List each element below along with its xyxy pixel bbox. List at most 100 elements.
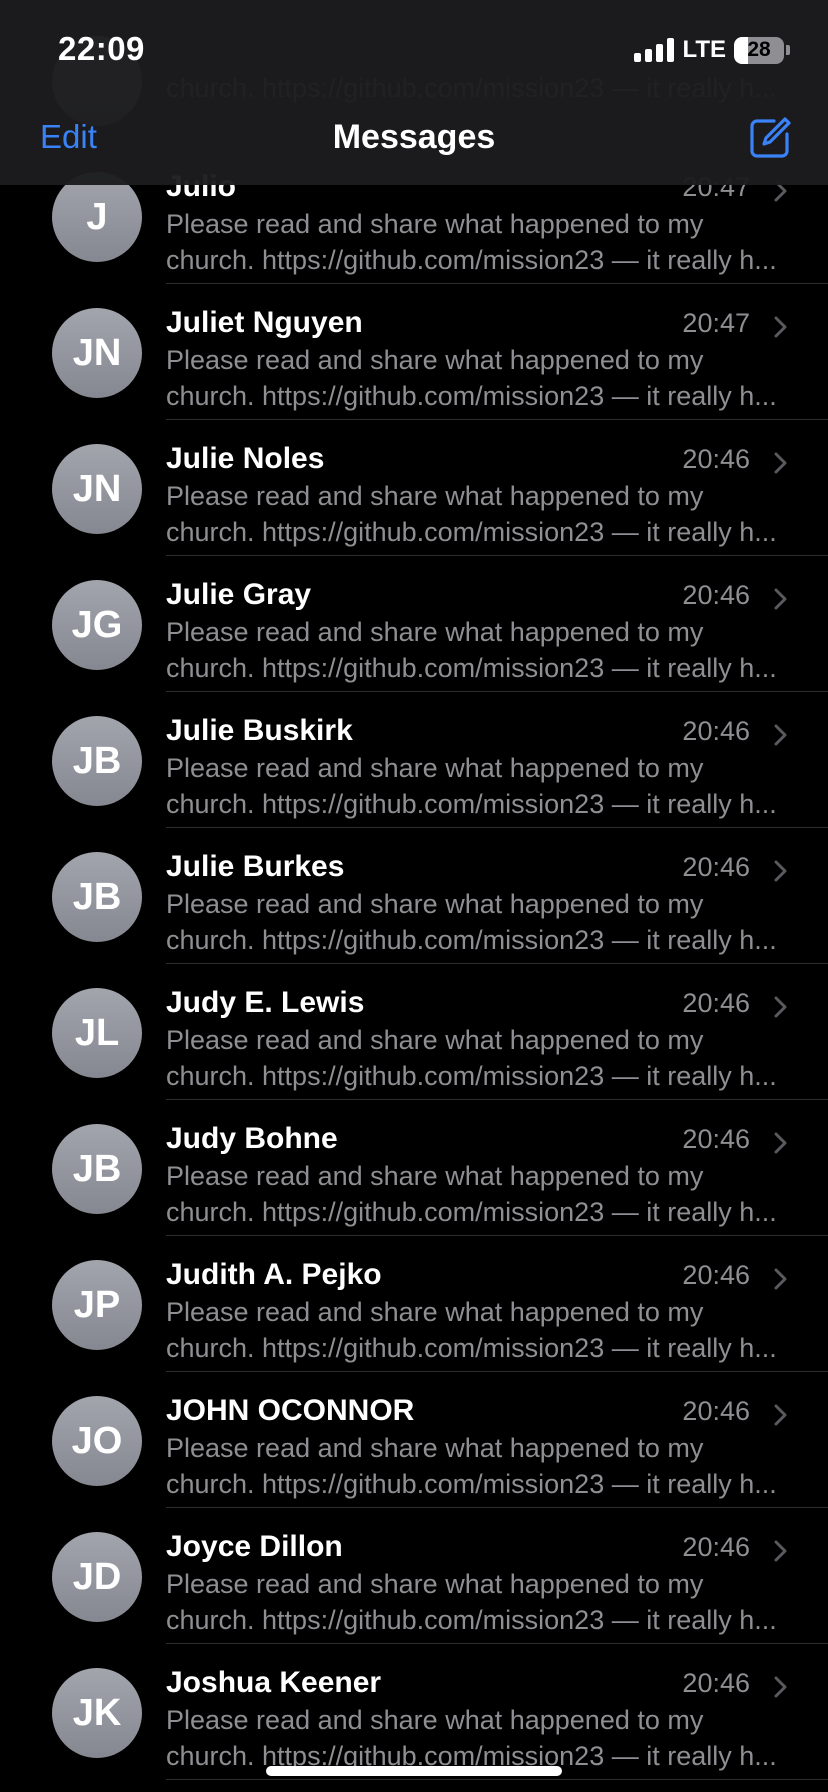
avatar[interactable]: JK [52,1668,142,1758]
avatar[interactable]: JB [52,852,142,942]
conversation-row[interactable]: JO JOHN OCONNOR 20:46 Please read and share… [0,1372,828,1508]
battery-fill [734,36,748,64]
avatar[interactable]: JB [52,1124,142,1214]
message-time: 20:46 [682,444,750,474]
message-preview: Please read and share what happened to m… [166,1294,786,1366]
message-time: 20:46 [682,1668,750,1698]
contact-name: Julie Burkes [166,850,345,883]
contact-name: Julie Buskirk [166,714,353,747]
message-time: 20:46 [682,852,750,882]
conversation-row[interactable]: JP Judith A. Pejko 20:46 Please read and sh… [0,1236,828,1372]
chevron-right-icon [774,452,787,474]
chevron-right-icon [774,1132,787,1154]
chevron-right-icon [774,996,787,1018]
conversation-row[interactable]: JD Joyce Dillon 20:46 Please read and share… [0,1508,828,1644]
preview-line: Please read and share what happened to m… [166,1705,704,1735]
message-preview: Please read and share what happened to m… [166,478,786,550]
preview-line: church. https://github.com/mission23 — i… [166,653,777,683]
home-indicator[interactable] [266,1766,562,1776]
chevron-right-icon [774,588,787,610]
preview-line: church. https://github.com/mission23 — i… [166,1469,777,1499]
conversation-row[interactable]: JN Juliet Nguyen 20:47 Please read and shar… [0,284,828,420]
avatar[interactable]: JN [52,444,142,534]
message-preview: Please read and share what happened to m… [166,750,786,822]
message-preview: Please read and share what happened to m… [166,1022,786,1094]
conversation-row[interactable]: JK Joshua Keener 20:46 Please read and shar… [0,1644,828,1780]
compose-icon [750,117,791,158]
preview-line: Please read and share what happened to m… [166,1297,704,1327]
preview-line: Please read and share what happened to m… [166,889,704,919]
status-indicators: LTE 28 [634,34,790,66]
avatar[interactable]: J [52,172,142,262]
preview-line: church. https://github.com/mission23 — i… [166,381,777,411]
battery-tip [786,45,790,55]
contact-name: Juliet Nguyen [166,306,363,339]
preview-line: church. https://github.com/mission23 — i… [166,1333,777,1363]
preview-line: church. https://github.com/mission23 — i… [166,789,777,819]
preview-line: church. https://github.com/mission23 — i… [166,517,777,547]
contact-name: Judy Bohne [166,1122,338,1155]
message-preview: Please read and share what happened to m… [166,342,786,414]
row-divider [166,1779,828,1780]
conversation-row[interactable]: JN Julie Noles 20:46 Please read and share … [0,420,828,556]
conversation-row[interactable]: JB Julie Burkes 20:46 Please read and share… [0,828,828,964]
status-time: 22:09 [58,30,145,67]
preview-line: Please read and share what happened to m… [166,1161,704,1191]
avatar[interactable]: JB [52,716,142,806]
avatar[interactable]: JP [52,1260,142,1350]
chevron-right-icon [774,1268,787,1290]
contact-name: JOHN OCONNOR [166,1394,415,1427]
message-preview: Please read and share what happened to m… [166,1430,786,1502]
message-time: 20:46 [682,1124,750,1154]
chevron-right-icon [774,1540,787,1562]
contact-name: Julie Gray [166,578,312,611]
chevron-right-icon [774,1676,787,1698]
avatar[interactable]: JD [52,1532,142,1622]
preview-line: Please read and share what happened to m… [166,617,704,647]
avatar[interactable]: JN [52,308,142,398]
message-time: 20:46 [682,716,750,746]
message-preview: Please read and share what happened to m… [166,206,786,278]
preview-line: Please read and share what happened to m… [166,1569,704,1599]
preview-line: church. https://github.com/mission23 — i… [166,1197,777,1227]
contact-name: Joyce Dillon [166,1530,343,1563]
preview-line: Please read and share what happened to m… [166,1433,704,1463]
message-preview: Please read and share what happened to m… [166,886,786,958]
message-preview: Please read and share what happened to m… [166,1702,786,1774]
conversation-row[interactable]: JB Judy Bohne 20:46 Please read and share w… [0,1100,828,1236]
message-preview: Please read and share what happened to m… [166,614,786,686]
preview-line: church. https://github.com/mission23 — i… [166,1605,777,1635]
message-time: 20:46 [682,1532,750,1562]
conversation-row[interactable]: JG Julie Gray 20:46 Please read and share w… [0,556,828,692]
message-time: 20:46 [682,1396,750,1426]
message-time: 20:47 [682,308,750,338]
battery-icon: 28 [734,36,784,64]
message-time: 20:46 [682,580,750,610]
avatar[interactable]: JL [52,988,142,1078]
avatar[interactable]: JG [52,580,142,670]
messages-screen: church. https://github.com/mission23 — i… [0,0,828,1792]
preview-line: Please read and share what happened to m… [166,1025,704,1055]
message-preview: Please read and share what happened to m… [166,1566,786,1638]
preview-line: church. https://github.com/mission23 — i… [166,1061,777,1091]
chevron-right-icon [774,724,787,746]
message-time: 20:46 [682,988,750,1018]
contact-name: Judith A. Pejko [166,1258,382,1291]
cellular-signal-icon [634,38,675,62]
battery-level: 28 [747,38,771,61]
avatar[interactable]: JO [52,1396,142,1486]
chevron-right-icon [774,1404,787,1426]
contact-name: Joshua Keener [166,1666,382,1699]
conversation-row[interactable]: JB Julie Buskirk 20:46 Please read and shar… [0,692,828,828]
conversation-row[interactable]: JL Judy E. Lewis 20:46 Please read and shar… [0,964,828,1100]
preview-line: church. https://github.com/mission23 — i… [166,245,777,275]
contact-name: Judy E. Lewis [166,986,365,1019]
network-type: LTE [682,36,726,63]
message-preview: Please read and share what happened to m… [166,1158,786,1230]
chevron-right-icon [774,316,787,338]
message-time: 20:46 [682,1260,750,1290]
compose-button[interactable] [748,116,792,160]
preview-line: Please read and share what happened to m… [166,481,704,511]
page-title: Messages [332,118,496,156]
preview-line: Please read and share what happened to m… [166,753,704,783]
